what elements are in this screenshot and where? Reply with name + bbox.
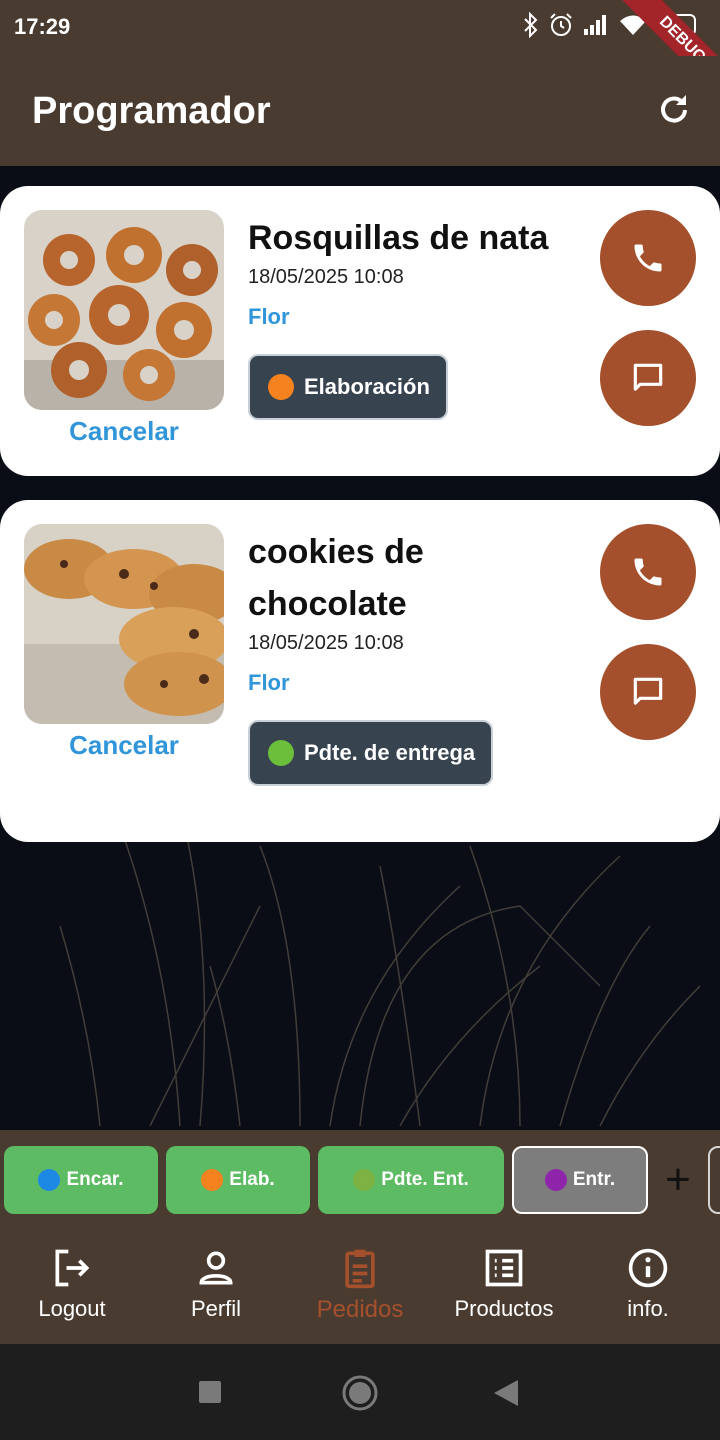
refresh-icon[interactable] (656, 92, 692, 128)
orders-list[interactable]: Cancelar Rosquillas de nata 18/05/2025 1… (0, 166, 720, 1126)
clipboard-icon (345, 1249, 375, 1289)
page-title: Programador (32, 90, 271, 132)
product-image-cookies (24, 524, 224, 724)
nav-label: Logout (38, 1296, 106, 1321)
filter-chip-elaboracion[interactable]: Elab. (166, 1146, 310, 1214)
order-customer[interactable]: Flor (248, 670, 290, 696)
phone-icon (634, 558, 662, 586)
status-dot (201, 1169, 224, 1191)
chip-label: Entr. (572, 1169, 616, 1190)
filter-chip-pendiente-entrega[interactable]: Pdte. Ent. (318, 1146, 504, 1214)
nav-label: Perfil (190, 1296, 242, 1321)
cancel-order-link[interactable]: Cancelar (24, 730, 224, 761)
call-button[interactable] (600, 524, 696, 620)
home-icon[interactable] (341, 1374, 379, 1412)
chip-label: Elab. (229, 1169, 275, 1190)
person-icon (199, 1251, 233, 1285)
list-icon (485, 1249, 523, 1287)
bottom-navigation: Logout Perfil Pedidos Productos info. (0, 1230, 720, 1344)
status-filter-bar[interactable]: Encar. Elab. Pdte. Ent. Entr. + (0, 1130, 720, 1230)
app-bar: Programador (0, 56, 720, 166)
status-dot (38, 1169, 61, 1191)
status-dot (268, 374, 294, 400)
status-dot (353, 1169, 376, 1191)
filter-chip-overflow[interactable] (708, 1146, 720, 1214)
product-image-rosquillas (24, 210, 224, 410)
nav-logout[interactable]: Logout (0, 1246, 144, 1322)
signal-icon (584, 15, 606, 35)
status-label: Elaboración (304, 374, 430, 399)
filter-chip-encargado[interactable]: Encar. (4, 1146, 158, 1214)
chip-label: Pdte. Ent. (381, 1169, 469, 1190)
chat-icon (633, 363, 663, 391)
message-button[interactable] (600, 330, 696, 426)
chat-icon (633, 677, 663, 705)
status-time: 17:29 (14, 14, 71, 39)
alarm-icon (550, 13, 572, 36)
logout-icon (55, 1249, 90, 1287)
order-title: Rosquillas de nata (248, 219, 549, 257)
status-dot (268, 740, 294, 766)
status-dot (544, 1169, 567, 1191)
order-status-pill[interactable]: Pdte. de entrega (248, 720, 494, 786)
nav-label: info. (627, 1296, 669, 1321)
call-button[interactable] (600, 210, 696, 306)
nav-perfil[interactable]: Perfil (144, 1246, 288, 1322)
status-label: Pdte. de entrega (304, 740, 476, 765)
phone-icon (634, 244, 662, 272)
order-customer[interactable]: Flor (248, 304, 290, 330)
chip-label: Encar. (66, 1169, 124, 1190)
order-date: 18/05/2025 10:08 (248, 632, 404, 654)
nav-label: Pedidos (316, 1296, 404, 1323)
nav-productos[interactable]: Productos (432, 1246, 576, 1322)
order-date: 18/05/2025 10:08 (248, 266, 404, 288)
message-button[interactable] (600, 644, 696, 740)
info-icon (628, 1248, 668, 1288)
status-bar: 17:29 42 DEBUG (0, 0, 720, 107)
system-navigation-bar (0, 1344, 720, 1440)
recents-icon[interactable] (198, 1380, 222, 1404)
order-title: cookies de chocolate (248, 533, 424, 623)
order-card[interactable]: Cancelar Rosquillas de nata 18/05/2025 1… (0, 186, 720, 476)
cancel-order-link[interactable]: Cancelar (24, 416, 224, 447)
bluetooth-icon (524, 12, 538, 38)
add-filter-button[interactable]: + (660, 1152, 696, 1208)
nav-label: Productos (454, 1296, 554, 1321)
nav-pedidos[interactable]: Pedidos (288, 1246, 432, 1324)
order-status-pill[interactable]: Elaboración (248, 354, 448, 420)
filter-chip-entregado[interactable]: Entr. (512, 1146, 648, 1214)
back-icon[interactable] (492, 1378, 520, 1408)
nav-info[interactable]: info. (576, 1246, 720, 1322)
order-card[interactable]: Cancelar cookies de chocolate 18/05/2025… (0, 500, 720, 842)
